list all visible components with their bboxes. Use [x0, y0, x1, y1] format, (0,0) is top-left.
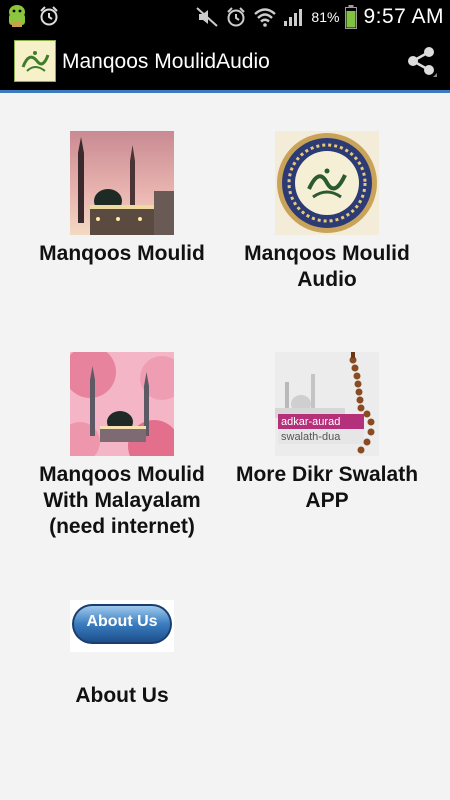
tile-label: Manqoos Moulid Audio	[244, 242, 410, 291]
about-us-button-text: About Us	[86, 613, 157, 630]
action-bar-divider	[0, 90, 450, 93]
calligraphy-medallion-image	[275, 131, 379, 235]
about-us-button-image: About Us	[70, 600, 174, 652]
mute-icon	[196, 6, 219, 27]
tile-manqoos-moulid-audio[interactable]: Manqoos Moulid Audio	[227, 131, 427, 293]
app-title: Manqoos MoulidAudio	[62, 50, 270, 73]
clock-time: 9:57 AM	[363, 4, 444, 28]
mosque-rose-image	[70, 352, 174, 456]
app-logo-icon[interactable]	[14, 40, 56, 82]
android-debug-icon	[9, 5, 25, 27]
share-icon[interactable]	[404, 44, 438, 78]
wifi-icon	[254, 7, 277, 27]
tile-manqoos-moulid[interactable]: Manqoos Moulid	[22, 131, 222, 267]
alarm-clock-icon	[40, 6, 58, 26]
tile-manqoos-moulid-malayalam[interactable]: Manqoos Moulid With Malayalam (need inte…	[22, 352, 222, 540]
mosque-sunset-image	[70, 131, 174, 235]
signal-icon	[284, 8, 303, 26]
tile-label: More Dikr Swalath APP	[235, 463, 419, 512]
prayer-beads-image: adkar-aurad swalath-dua	[275, 352, 379, 456]
tile-about-us[interactable]: About Us About Us	[22, 600, 222, 709]
tile-label: Manqoos Moulid With Malayalam (need inte…	[39, 463, 205, 538]
battery-icon	[345, 4, 358, 29]
badge-line-1: adkar-aurad	[281, 416, 340, 428]
tile-label: Manqoos Moulid	[39, 242, 205, 265]
tile-more-dikr-swalath[interactable]: adkar-aurad swalath-dua More Dikr Swalat…	[227, 352, 427, 514]
status-bar: 81% 9:57 AM	[0, 0, 450, 33]
alarm-icon	[227, 6, 246, 26]
tile-label: About Us	[75, 684, 169, 707]
battery-percent: 81%	[311, 8, 340, 25]
badge-line-2: swalath-dua	[281, 431, 341, 443]
